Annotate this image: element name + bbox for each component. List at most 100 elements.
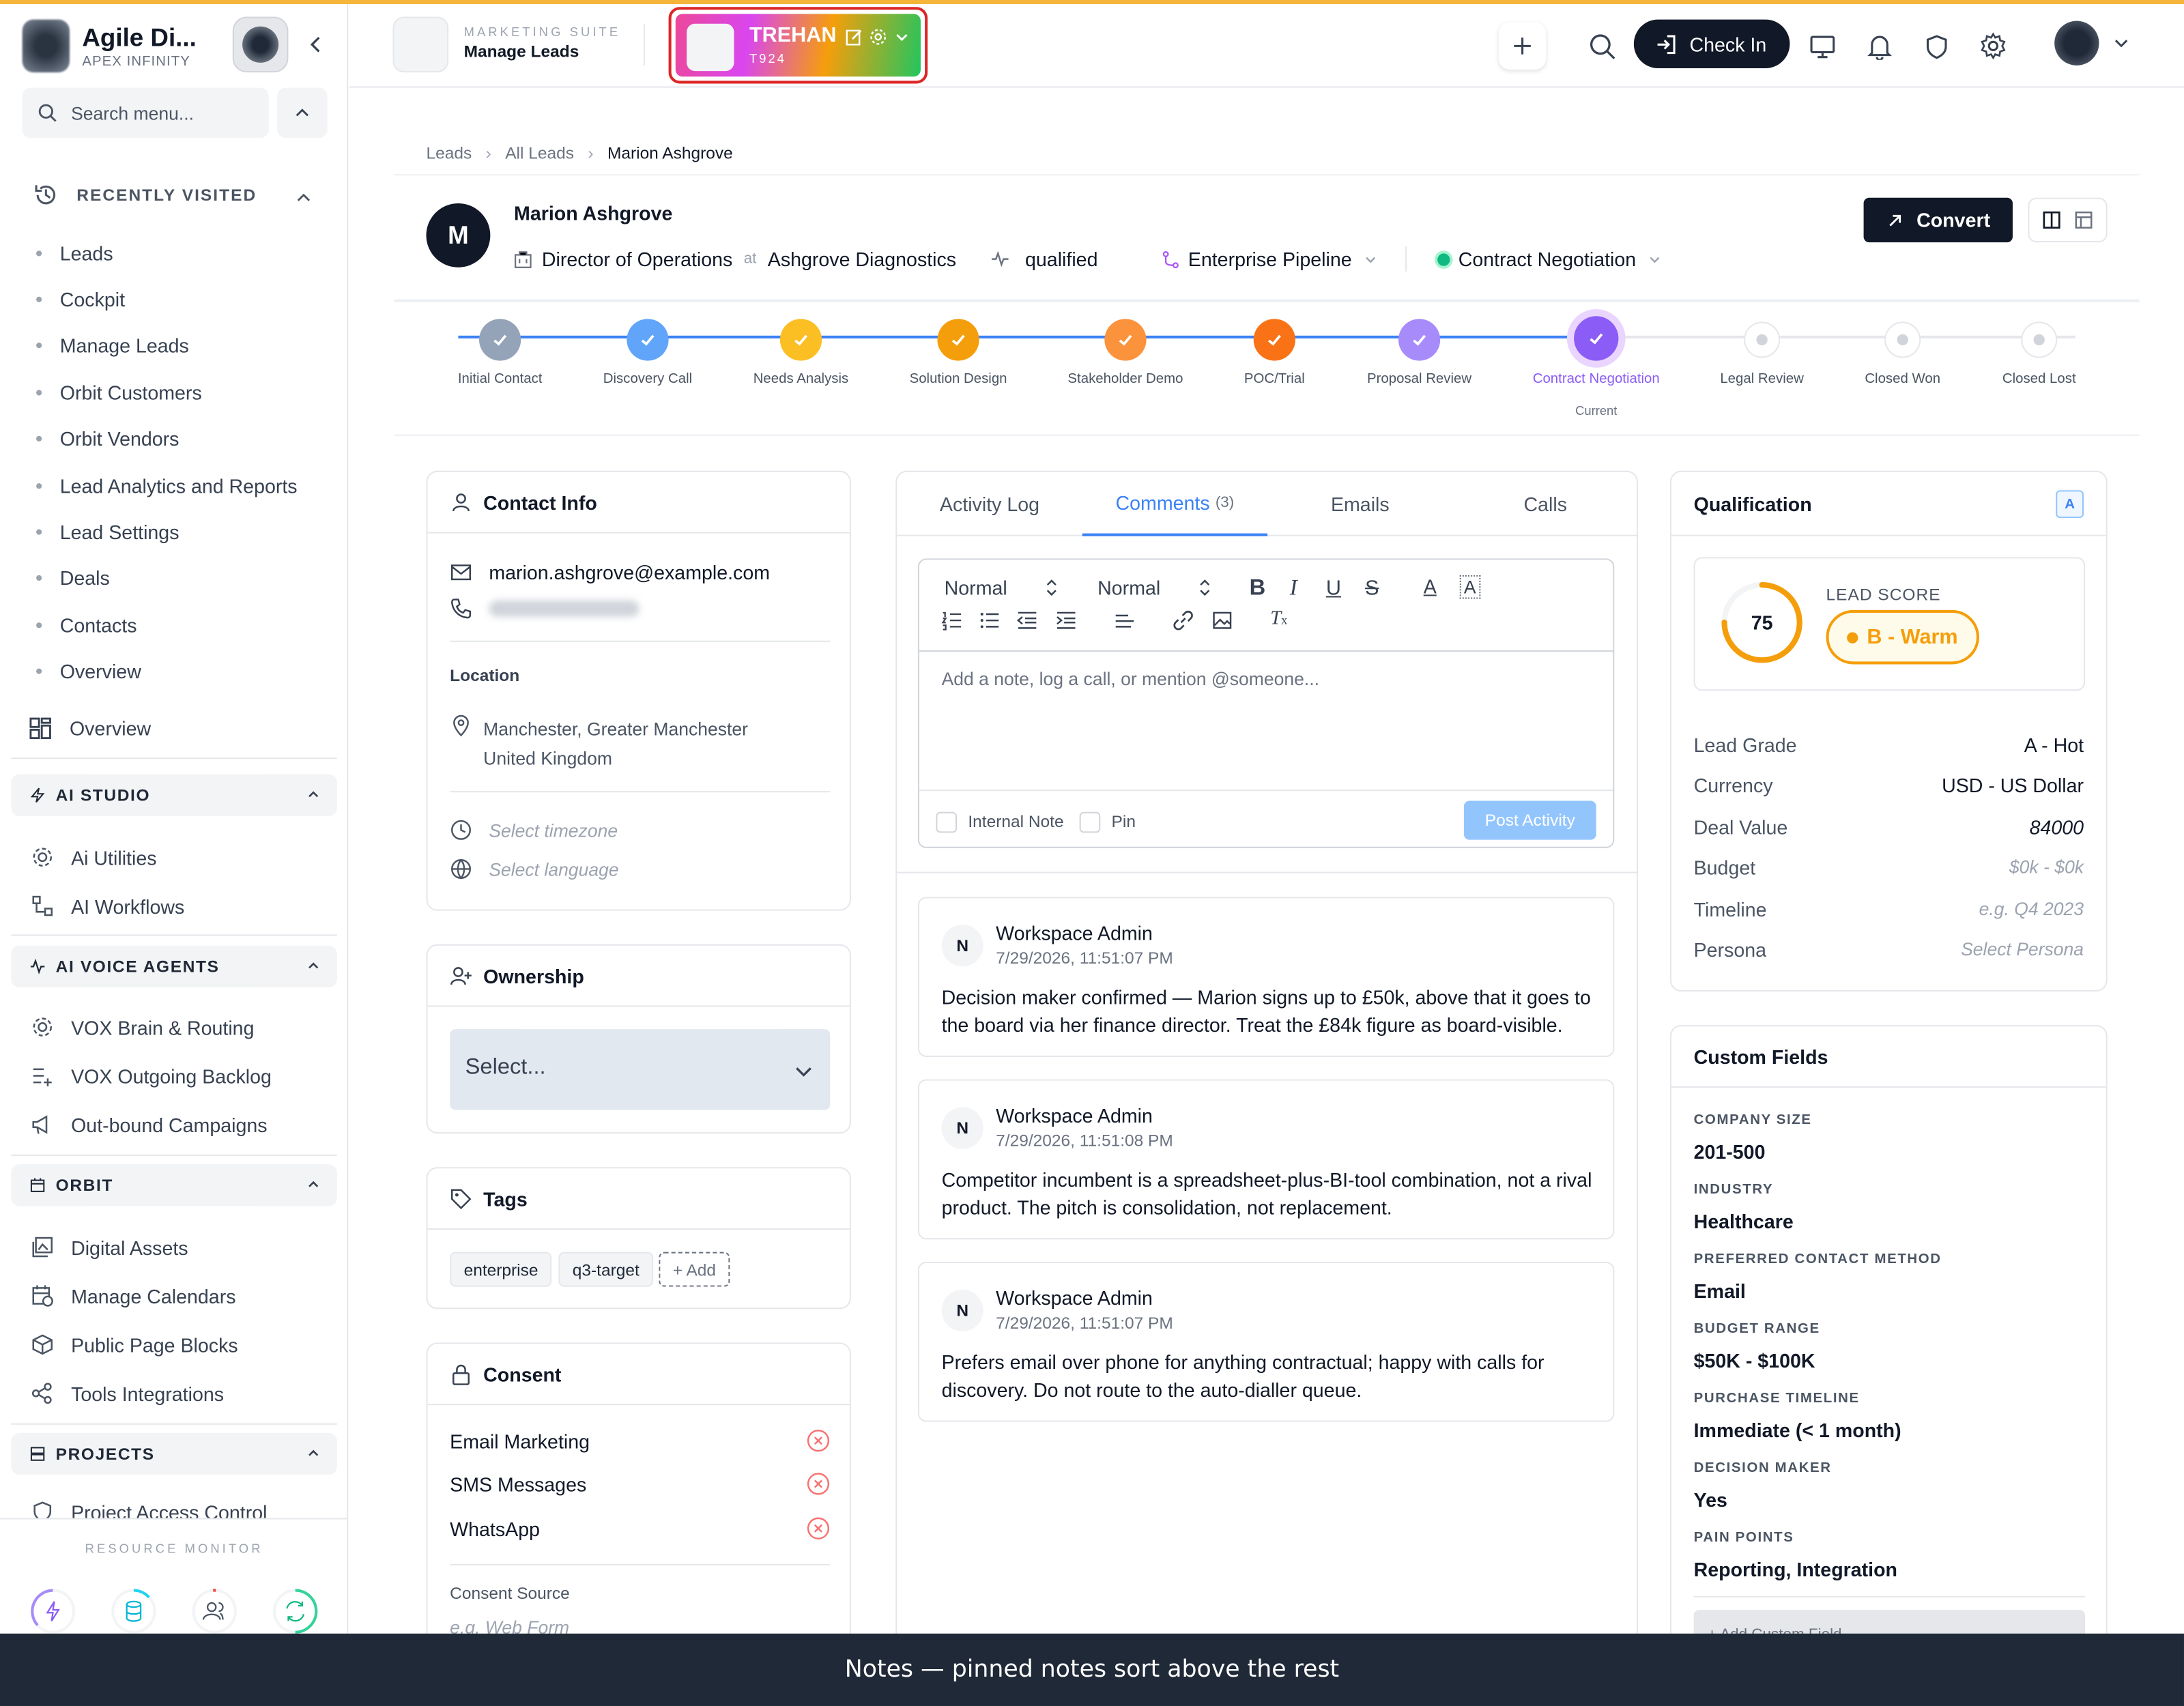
stage-node-legal-review[interactable] (1744, 321, 1781, 358)
italic-icon[interactable]: I (1290, 577, 1297, 602)
custom-field-value[interactable]: Reporting, Integration (1694, 1559, 1897, 1581)
convert-button[interactable]: Convert (1863, 197, 2013, 243)
recent-item[interactable]: Deals (36, 555, 298, 602)
qualification-row[interactable]: Currency USD - US Dollar (1694, 775, 2084, 797)
highlight-icon[interactable]: A (1459, 575, 1480, 599)
stage-node-closed-lost[interactable] (2021, 321, 2058, 358)
gear-icon[interactable] (869, 28, 887, 46)
stage-node-closed-won[interactable] (1884, 321, 1921, 358)
link-icon[interactable] (1173, 610, 1194, 631)
custom-field-value[interactable]: 201-500 (1694, 1140, 1766, 1163)
sidebar-item-public-page-blocks[interactable]: Public Page Blocks (31, 1333, 238, 1357)
columns-icon[interactable] (2041, 210, 2061, 230)
qualification-row[interactable]: Deal Value 84000 (1694, 815, 2084, 838)
sidebar-item-outbound-campaigns[interactable]: Out-bound Campaigns (31, 1113, 268, 1137)
stage-node-discovery-call[interactable] (627, 319, 669, 361)
bold-icon[interactable]: B (1250, 577, 1266, 602)
security-button[interactable] (1912, 23, 1959, 70)
align-icon[interactable] (1115, 610, 1136, 631)
sidebar-item-manage-calendars[interactable]: Manage Calendars (31, 1284, 236, 1308)
org-name[interactable]: Agile Di... (82, 24, 196, 53)
pipeline-select[interactable]: Enterprise Pipeline (1162, 248, 1377, 270)
clear-format-icon[interactable]: Tx (1270, 609, 1287, 631)
section-projects[interactable]: PROJECTS (11, 1432, 337, 1475)
language-select[interactable]: Select language (450, 858, 619, 880)
custom-field-value[interactable]: Yes (1694, 1489, 1727, 1512)
menu-collapse-all-button[interactable] (277, 87, 328, 139)
recent-item[interactable]: Contacts (36, 602, 298, 648)
stage-node-contract-negotiation[interactable] (1574, 316, 1619, 361)
ordered-list-icon[interactable] (941, 610, 963, 631)
sidebar-item-overview[interactable]: Overview (28, 716, 151, 741)
user-avatar[interactable] (2054, 20, 2099, 66)
bullet-list-icon[interactable] (979, 610, 1001, 631)
recent-item[interactable]: Lead Settings (36, 509, 298, 555)
indent-icon[interactable] (1056, 610, 1077, 631)
notifications-button[interactable] (1855, 23, 1902, 70)
search-button[interactable] (1578, 23, 1625, 70)
database-monitor-icon[interactable] (110, 1588, 157, 1634)
recent-item[interactable]: Leads (36, 230, 298, 276)
suite-logo[interactable] (392, 16, 449, 73)
comment-item[interactable]: N Workspace Admin 7/29/2026, 11:51:08 PM… (917, 1079, 1615, 1240)
tag-chip[interactable]: q3-target (558, 1252, 654, 1287)
tab-emails[interactable]: Emails (1267, 472, 1452, 536)
settings-button[interactable] (1970, 23, 2017, 70)
add-tag-button[interactable]: + Add (659, 1252, 730, 1287)
post-activity-button[interactable]: Post Activity (1463, 800, 1596, 840)
tenant-switcher[interactable]: TREHAN T924 (668, 7, 928, 84)
timezone-select[interactable]: Select timezone (450, 819, 618, 841)
breadcrumb-link[interactable]: All Leads (505, 143, 574, 163)
comment-input[interactable]: Add a note, log a call, or mention @some… (942, 669, 1319, 690)
comment-item[interactable]: N Workspace Admin 7/29/2026, 11:51:07 PM… (917, 897, 1615, 1057)
location-row[interactable]: Manchester, Greater Manchester United Ki… (450, 714, 748, 773)
screen-button[interactable] (1798, 23, 1845, 70)
section-ai-studio[interactable]: AI STUDIO (11, 774, 337, 816)
custom-field-value[interactable]: $50K - $100K (1694, 1350, 1815, 1372)
org-switcher-image[interactable] (232, 16, 289, 73)
custom-field-value[interactable]: Immediate (< 1 month) (1694, 1419, 1901, 1442)
stage-select[interactable]: Contract Negotiation (1437, 248, 1661, 270)
org-logo[interactable] (22, 19, 70, 73)
recent-item[interactable]: Cockpit (36, 276, 298, 323)
section-ai-voice-agents[interactable]: AI VOICE AGENTS (11, 945, 337, 987)
chevron-down-icon[interactable] (893, 28, 911, 46)
stage-node-poc-trial[interactable] (1253, 319, 1295, 361)
sync-monitor-icon[interactable] (272, 1588, 319, 1634)
menu-search-input[interactable]: Search menu... (22, 87, 269, 139)
strikethrough-icon[interactable]: S (1365, 577, 1379, 601)
breadcrumb-link[interactable]: Leads (426, 143, 472, 163)
edit-icon[interactable] (846, 28, 864, 46)
users-monitor-icon[interactable] (191, 1588, 238, 1634)
qualification-row[interactable]: Lead Grade A - Hot (1694, 734, 2084, 757)
cpu-monitor-icon[interactable] (29, 1588, 76, 1634)
image-icon[interactable] (1211, 610, 1233, 631)
text-color-icon[interactable]: A (1424, 575, 1437, 598)
collapse-sidebar-icon[interactable] (304, 32, 329, 57)
sidebar-item-digital-assets[interactable]: Digital Assets (31, 1235, 188, 1259)
size-select[interactable]: Normal (1097, 577, 1210, 599)
qualification-row[interactable]: Timeline e.g. Q4 2023 (1694, 897, 2084, 920)
stage-node-initial-contact[interactable] (479, 319, 521, 361)
x-circle-icon[interactable] (807, 1516, 831, 1540)
x-circle-icon[interactable] (807, 1472, 831, 1496)
comment-item[interactable]: N Workspace Admin 7/29/2026, 11:51:07 PM… (917, 1261, 1615, 1422)
phone-row[interactable] (450, 598, 640, 620)
recent-item[interactable]: Lead Analytics and Reports (36, 462, 298, 508)
pin-checkbox[interactable] (1079, 811, 1101, 833)
stage-node-proposal-review[interactable] (1398, 319, 1441, 361)
recent-item[interactable]: Orbit Vendors (36, 416, 298, 462)
stage-node-needs-analysis[interactable] (779, 319, 822, 361)
internal-note-checkbox[interactable] (936, 811, 958, 833)
layout-icon[interactable] (2074, 210, 2094, 230)
tab-comments[interactable]: Comments (3) (1082, 472, 1268, 536)
chevron-down-icon[interactable] (2113, 35, 2129, 51)
tag-chip[interactable]: enterprise (450, 1252, 552, 1287)
sidebar-item-tools-integrations[interactable]: Tools Integrations (31, 1381, 224, 1405)
underline-icon[interactable]: U (1326, 577, 1341, 601)
stage-node-solution-design[interactable] (937, 319, 979, 361)
recent-item[interactable]: Overview (36, 648, 298, 695)
check-in-button[interactable]: Check In (1633, 19, 1790, 68)
lead-status[interactable]: qualified (990, 248, 1097, 270)
qualification-row[interactable]: Persona Select Persona (1694, 938, 2084, 961)
